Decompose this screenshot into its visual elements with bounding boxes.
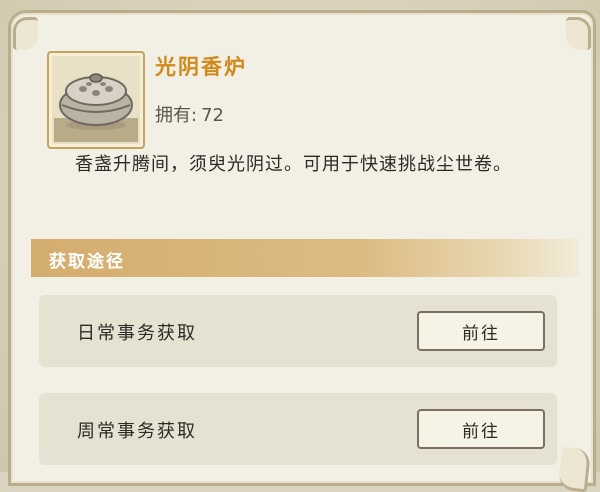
owned-count-line: 拥有: 72 xyxy=(155,101,224,127)
source-label-daily: 日常事务获取 xyxy=(77,323,197,344)
owned-label: 拥有: xyxy=(155,105,198,126)
item-icon-frame xyxy=(47,51,145,149)
source-row-weekly: 周常事务获取 前往 xyxy=(39,393,557,465)
source-label-weekly: 周常事务获取 xyxy=(77,421,197,442)
acquire-section-title: 获取途径 xyxy=(49,252,125,272)
item-description: 香盏升腾间，须臾光阴过。可用于快速挑战尘世卷。 xyxy=(75,154,512,175)
acquire-section-header: 获取途径 xyxy=(31,239,579,277)
item-detail-panel: 光阴香炉 拥有: 72 香盏升腾间，须臾光阴过。可用于快速挑战尘世卷。 获取途径 … xyxy=(8,10,596,492)
goto-button-daily[interactable]: 前往 xyxy=(417,311,545,351)
goto-button-weekly[interactable]: 前往 xyxy=(417,409,545,449)
scroll-curl-bottom-right xyxy=(557,446,592,492)
owned-count: 72 xyxy=(201,105,224,126)
incense-burner-icon xyxy=(59,73,133,130)
scroll-curl-top-right xyxy=(566,17,591,50)
source-row-daily: 日常事务获取 前往 xyxy=(39,295,557,367)
item-name: 光阴香炉 xyxy=(155,55,247,79)
scroll-curl-top-left xyxy=(13,17,38,50)
